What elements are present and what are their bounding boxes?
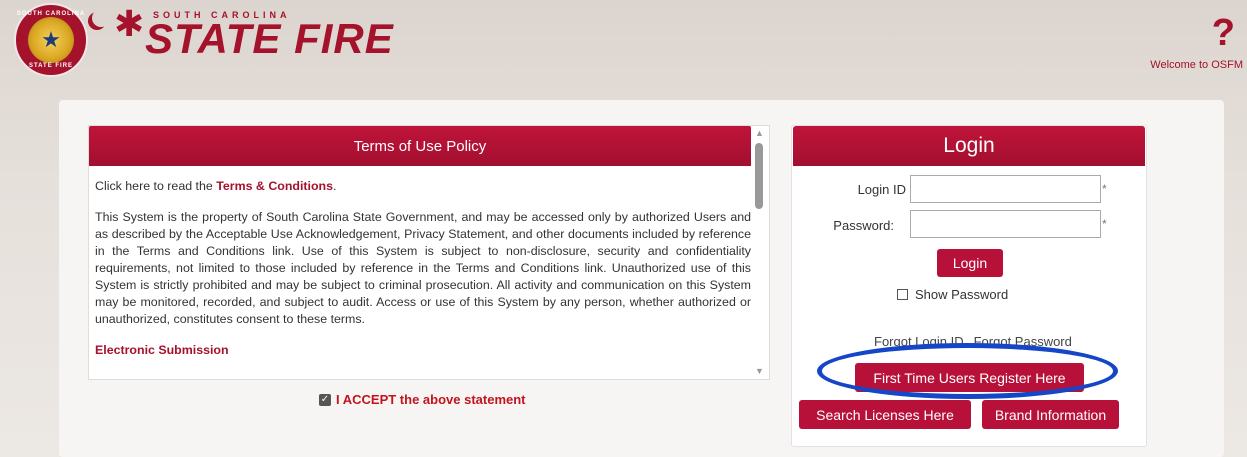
accept-label[interactable]: I ACCEPT the above statement — [336, 392, 526, 407]
checkmark-icon[interactable]: ✓ — [319, 393, 331, 406]
search-licenses-button[interactable]: Search Licenses Here — [799, 400, 971, 429]
login-id-label: Login ID — [857, 182, 906, 197]
login-button[interactable]: Login — [937, 249, 1003, 277]
terms-conditions-link[interactable]: Terms & Conditions — [216, 179, 333, 193]
state-fire-seal: SOUTH CAROLINA ★ STATE FIRE — [14, 3, 88, 77]
password-required: * — [1102, 217, 1107, 231]
terms-title: Terms of Use Policy — [89, 126, 751, 166]
terms-scrollbar[interactable]: ▲ ▼ — [751, 126, 769, 379]
show-password-checkbox[interactable]: Show Password — [897, 287, 1008, 302]
forgot-login-id-link[interactable]: Forgot Login ID — [874, 334, 964, 349]
palmetto-tree-icon: ✱ — [114, 3, 145, 44]
forgot-links: Forgot Login ID Forgot Password — [874, 334, 1072, 349]
terms-intro-suffix: . — [333, 179, 337, 193]
scroll-thumb[interactable] — [755, 143, 763, 209]
show-password-label[interactable]: Show Password — [915, 287, 1008, 302]
accept-terms-checkbox[interactable]: ✓ I ACCEPT the above statement — [319, 392, 526, 407]
terms-next-heading: Electronic Submission — [95, 343, 229, 357]
terms-intro: Click here to read the Terms & Condition… — [95, 178, 751, 195]
forgot-password-link[interactable]: Forgot Password — [974, 334, 1072, 349]
seal-top-text: SOUTH CAROLINA — [16, 11, 86, 17]
scroll-down-arrow-icon[interactable]: ▼ — [755, 366, 764, 376]
crescent-moon-icon — [92, 9, 110, 27]
login-id-required: * — [1102, 182, 1107, 196]
welcome-text: Welcome to OSFM — [1150, 59, 1243, 71]
seal-bottom-text: STATE FIRE — [28, 63, 74, 69]
register-button[interactable]: First Time Users Register Here — [855, 363, 1084, 392]
help-question-icon[interactable]: ? — [1212, 14, 1235, 52]
password-input[interactable] — [910, 210, 1101, 238]
terms-body-text: This System is the property of South Car… — [95, 210, 751, 326]
login-title: Login — [793, 126, 1145, 166]
badge-star-icon: ★ — [28, 17, 74, 63]
terms-box: Terms of Use Policy Click here to read t… — [88, 125, 770, 380]
brand-information-button[interactable]: Brand Information — [982, 400, 1119, 429]
terms-intro-prefix: Click here to read the — [95, 179, 217, 193]
scroll-up-arrow-icon[interactable]: ▲ — [755, 128, 764, 138]
login-id-input[interactable] — [910, 175, 1101, 203]
checkbox-box[interactable] — [897, 289, 908, 300]
login-box: Login Login ID * Password: * Login Show … — [791, 125, 1147, 447]
password-label: Password: — [833, 218, 894, 233]
logo-title: STATE FIRE — [145, 15, 394, 62]
terms-content: Click here to read the Terms & Condition… — [89, 166, 769, 359]
